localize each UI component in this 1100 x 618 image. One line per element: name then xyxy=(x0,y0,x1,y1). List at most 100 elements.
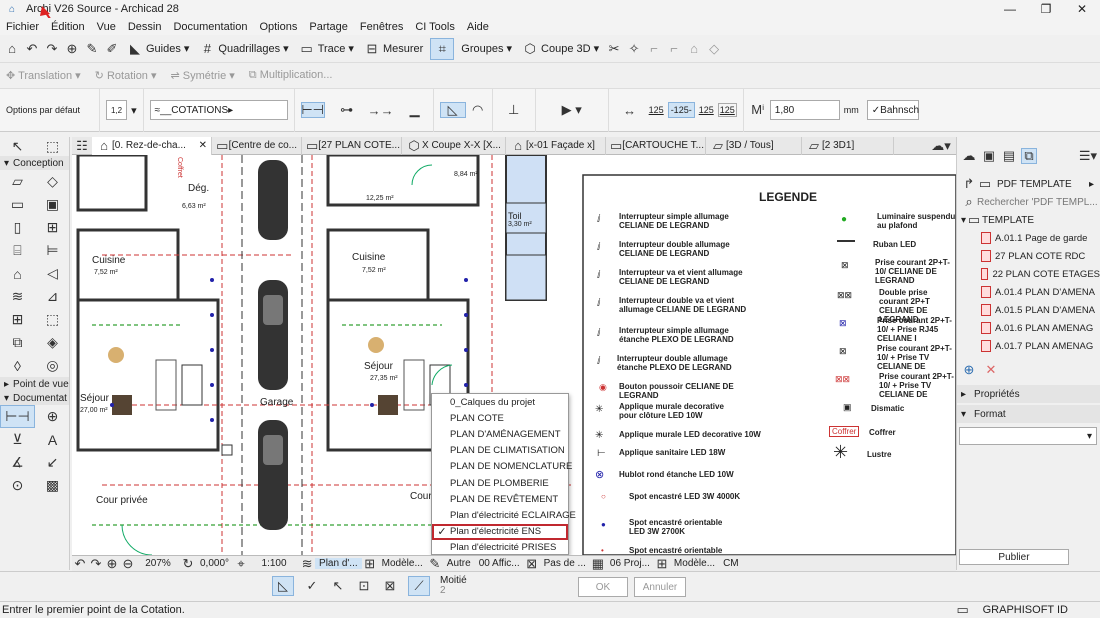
pick-icon[interactable]: ⊕ xyxy=(64,41,80,57)
layers-icon[interactable]: ≋ xyxy=(299,556,315,572)
arrow-tool-icon[interactable]: ↖ xyxy=(0,137,35,156)
quadrillages-button[interactable]: # Quadrillages ▾ xyxy=(196,38,291,60)
tab-coupe[interactable]: ⬡ X Coupe X-X [X... xyxy=(402,136,506,155)
tab-menu-icon[interactable]: ☁▾ xyxy=(926,138,956,154)
close-button[interactable]: ✕ xyxy=(1064,0,1100,18)
slab-tool-icon[interactable]: ≋ xyxy=(0,285,35,308)
arrow-dimension-icon[interactable]: →→ xyxy=(368,102,394,118)
multiplication-button[interactable]: ⧉ Multiplication... xyxy=(249,69,333,82)
panel-icon[interactable]: ▭ xyxy=(955,602,971,618)
tab-plan-cote[interactable]: ▭ [27 PLAN COTE... xyxy=(302,136,402,155)
menu-documentation[interactable]: Documentation xyxy=(167,21,253,33)
translation-button[interactable]: ✥ Translation ▾ xyxy=(6,69,81,82)
trace-button[interactable]: ▭ Trace ▾ xyxy=(296,38,357,60)
mesurer-button[interactable]: ⊟ Mesurer xyxy=(361,38,426,60)
dimension-type-field[interactable]: 1,2 xyxy=(106,100,128,120)
documentation-header[interactable]: ▾ Documentat xyxy=(0,391,69,405)
marker-tool-icon[interactable]: ⊙ xyxy=(0,474,35,497)
redo-icon[interactable]: ↷ xyxy=(44,41,60,57)
dimension-chain-icon[interactable]: ⊶ xyxy=(335,102,359,118)
popup-item-plan-climatisation[interactable]: PLAN DE CLIMATISATION xyxy=(432,443,568,459)
menu-vue[interactable]: Vue xyxy=(91,21,122,33)
project-map-icon[interactable]: ☁ xyxy=(961,148,977,164)
snap-guide-icon[interactable]: ⊡ xyxy=(356,578,372,594)
pen-set-value[interactable]: Autre xyxy=(443,558,475,569)
tree-item[interactable]: 27 PLAN COTE RDC xyxy=(957,247,1100,265)
popup-item-calques[interactable]: 0_Calques du projet xyxy=(432,394,568,410)
format-selector[interactable]: ▾ xyxy=(959,427,1097,445)
rotation-button[interactable]: ↻ Rotation ▾ xyxy=(95,69,157,82)
popup-item-ens-selected[interactable]: ✓ Plan d'électricité ENS xyxy=(432,523,568,540)
zoom-in-icon[interactable]: ⊕ xyxy=(104,556,120,572)
tab-rez-de-chaussee[interactable]: ⌂ [0. Rez-de-cha... ✕ xyxy=(92,136,212,155)
publisher-icon[interactable]: ⧉ xyxy=(1021,148,1037,164)
scale-value[interactable]: 1:100 xyxy=(249,558,299,569)
zoom-out-icon[interactable]: ⊖ xyxy=(120,556,136,572)
groupes-button[interactable]: ⌗ xyxy=(430,37,455,60)
wall-tool-icon[interactable]: ▱ xyxy=(0,170,35,193)
fill-tool-icon[interactable]: ▩ xyxy=(35,474,70,497)
tab-centre[interactable]: ▭ [Centre de co... xyxy=(212,136,302,155)
menu-edition[interactable]: Édition xyxy=(45,21,91,33)
popup-item-plan-nomenclature[interactable]: PLAN DE NOMENCLATURE xyxy=(432,459,572,475)
groupes-menu[interactable]: Groupes ▾ xyxy=(458,38,515,60)
graphisoft-id[interactable]: GRAPHISOFT ID xyxy=(983,604,1068,616)
tab-3d1[interactable]: ▱ [2 3D1] xyxy=(802,136,894,155)
dimension-type-selector[interactable]: 1,2 ▾ xyxy=(100,88,144,132)
redo-view-icon[interactable]: ↷ xyxy=(88,556,104,572)
dimension-tool-icon[interactable]: ⊢⊣ xyxy=(0,405,35,428)
guides-button[interactable]: ◣ Guides ▾ xyxy=(124,38,192,60)
base-dimension-icon[interactable]: ▁ xyxy=(403,102,427,118)
popup-item-eclairage[interactable]: Plan d'électricité ECLAIRAGE xyxy=(432,507,576,523)
coupe3d-button[interactable]: ⬡ Coupe 3D ▾ xyxy=(519,38,602,60)
ok-button[interactable]: OK xyxy=(578,577,628,597)
beam-tool-icon[interactable]: ⊞ xyxy=(35,216,70,239)
zone-tool-icon[interactable]: ⊞ xyxy=(0,308,35,331)
orientation-icon[interactable]: ⌖ xyxy=(233,556,249,572)
syringe-icon[interactable]: ✐ xyxy=(104,41,120,57)
tab-facade[interactable]: ⌂ [x-01 Façade x] xyxy=(506,136,606,155)
pen-set-icon[interactable]: ✎ xyxy=(427,556,443,572)
curtain-wall-tool-icon[interactable]: ◇ xyxy=(35,170,70,193)
close-tab-icon[interactable]: ✕ xyxy=(199,140,207,151)
minimize-button[interactable]: — xyxy=(992,0,1028,18)
dim-option-a[interactable]: 125 xyxy=(649,105,664,115)
model-view-value[interactable]: Modèle... xyxy=(378,558,427,569)
tree-root-template[interactable]: ▾ ▭ TEMPLATE xyxy=(957,211,1100,229)
home-icon[interactable]: ⌂ xyxy=(4,41,20,57)
publisher-set-selector[interactable]: ↱ ▭ PDF TEMPLATE ▸ xyxy=(957,175,1100,193)
tree-item[interactable]: A.01.4 PLAN D'AMENA xyxy=(957,283,1100,301)
popup-item-prises[interactable]: Plan d'électricité PRISES xyxy=(432,540,568,556)
linear-dimension-icon[interactable]: ⊢⊣ xyxy=(300,102,325,118)
dimension-unit-value[interactable]: CM xyxy=(719,558,743,569)
menu-dessin[interactable]: Dessin xyxy=(122,21,168,33)
trim-icon[interactable]: ⌐ xyxy=(666,41,682,57)
dim-option-b[interactable]: -125- xyxy=(667,102,695,118)
format-header[interactable]: ▾ Format xyxy=(957,405,1100,423)
railing-tool-icon[interactable]: ⊨ xyxy=(35,239,70,262)
text-size-field[interactable]: 1,80 xyxy=(769,100,840,120)
angle-value[interactable]: 0,000° xyxy=(196,558,233,569)
point-de-vue-header[interactable]: ▸ Point de vue xyxy=(0,377,69,391)
layer-selector[interactable]: ≈ __COTATIONS ▸ xyxy=(144,88,295,132)
popup-item-plan-revetement[interactable]: PLAN DE REVÊTEMENT xyxy=(432,491,568,507)
text-tool-icon[interactable]: A xyxy=(35,428,70,451)
menu-partage[interactable]: Partage xyxy=(303,21,354,33)
check-icon[interactable]: ✓ xyxy=(304,578,320,594)
marquee-tool-icon[interactable]: ⬚ xyxy=(35,137,70,156)
dim-option-c[interactable]: 125 xyxy=(699,105,714,115)
roof-tool-icon[interactable]: ⌂ xyxy=(0,262,35,285)
label-tool-icon[interactable]: ↙ xyxy=(35,451,70,474)
radial-dimension-tool-icon[interactable]: ⊕ xyxy=(35,405,70,428)
bahnsch-field[interactable]: ✓ Bahnsch xyxy=(866,100,919,120)
menu-fenetres[interactable]: Fenêtres xyxy=(354,21,409,33)
model-view-icon[interactable]: ⊞ xyxy=(362,556,378,572)
delete-icon[interactable]: ✕ xyxy=(983,362,999,378)
morph-tool-icon[interactable]: ⬚ xyxy=(35,308,70,331)
annuler-button[interactable]: Annuler xyxy=(634,577,686,597)
publier-button[interactable]: Publier xyxy=(959,549,1069,565)
tree-item[interactable]: A.01.6 PLAN AMENAG xyxy=(957,319,1100,337)
angle-dimension-tool-icon[interactable]: ∡ xyxy=(0,451,35,474)
popup-item-plan-cote[interactable]: PLAN COTE xyxy=(432,410,568,426)
skylight-tool-icon[interactable]: ◊ xyxy=(0,354,35,377)
